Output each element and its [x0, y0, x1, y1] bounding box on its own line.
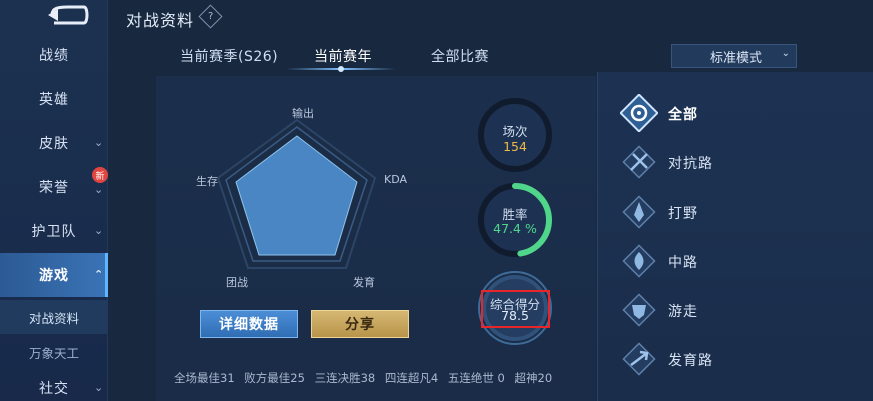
sidebar-item-social[interactable]: 社交 ⌄ — [0, 366, 108, 401]
radar-label-survival: 生存 — [196, 175, 218, 188]
role-label: 打野 — [668, 206, 698, 222]
chevron-down-icon: ⌄ — [94, 136, 105, 149]
radar-label-output: 输出 — [292, 107, 314, 120]
role-item-farm-lane[interactable]: 发育路 — [620, 340, 860, 378]
role-label: 全部 — [668, 107, 698, 123]
jungle-icon — [622, 195, 656, 229]
tab-all-matches[interactable]: 全部比赛 — [431, 46, 489, 66]
role-item-jungle[interactable]: 打野 — [620, 193, 860, 231]
sidebar-subitem-label: 对战资料 — [28, 310, 79, 326]
share-button[interactable]: 分享 — [311, 310, 409, 338]
radar-label-teamfight: 团战 — [226, 276, 248, 289]
score-highlight-box — [481, 290, 550, 328]
sidebar-item-skins[interactable]: 皮肤 ⌄ — [0, 121, 108, 165]
sidebar-item-label: 皮肤 — [39, 136, 69, 152]
role-item-clash-lane[interactable]: 对抗路 — [620, 143, 860, 181]
chevron-up-icon: ⌃ — [94, 268, 105, 281]
back-arrow-icon[interactable] — [44, 4, 90, 26]
matches-label: 场次 — [502, 124, 528, 139]
all-roles-icon — [620, 94, 658, 132]
sidebar-item-heroes[interactable]: 英雄 — [0, 77, 108, 121]
stat-losing-mvp: 败方最佳25 — [244, 371, 305, 385]
sidebar-subitem-battle-data[interactable]: 对战资料 — [0, 300, 108, 334]
stat-mvp: 全场最佳31 — [174, 371, 235, 385]
chevron-down-icon: ⌄ — [94, 381, 105, 394]
detail-data-button[interactable]: 详细数据 — [200, 310, 298, 338]
chevron-down-icon: ⌄ — [94, 224, 105, 237]
help-glyph: ? — [207, 11, 214, 22]
sidebar: 战绩 英雄 皮肤 ⌄ 荣誉 ⌄ 新 护卫队 ⌄ 游戏 ⌃ 对战资料 万象天工 社… — [0, 0, 108, 401]
role-label: 发育路 — [668, 353, 713, 369]
stats-row: 全场最佳31 败方最佳25 三连决胜38 四连超凡4 五连绝世 0 超神20 — [174, 370, 558, 386]
sidebar-item-label: 社交 — [39, 381, 69, 397]
sidebar-item-label: 荣誉 — [39, 180, 69, 196]
tab-current-season[interactable]: 当前赛季(S26) — [180, 46, 278, 66]
role-item-mid-lane[interactable]: 中路 — [620, 242, 860, 280]
page-title: 对战资料 — [126, 11, 195, 30]
sidebar-item-label: 游戏 — [39, 268, 69, 284]
farm-lane-icon — [622, 342, 656, 376]
radar-label-kda: KDA — [384, 173, 408, 186]
role-label: 中路 — [668, 255, 698, 271]
sidebar-subitem-label: 万象天工 — [28, 345, 79, 361]
sidebar-item-guard-team[interactable]: 护卫队 ⌄ — [0, 209, 108, 253]
role-item-roam[interactable]: 游走 — [620, 291, 860, 329]
help-icon[interactable]: ? — [198, 4, 223, 29]
role-label: 游走 — [668, 304, 698, 320]
stat-triple-kill: 三连决胜38 — [314, 371, 376, 385]
winrate-value: 47.4 % — [493, 221, 537, 236]
role-label: 对抗路 — [668, 156, 713, 172]
sidebar-item-game[interactable]: 游戏 ⌃ — [0, 253, 108, 297]
tab-label: 全部比赛 — [431, 49, 489, 65]
sidebar-item-label: 英雄 — [39, 92, 69, 108]
tab-label: 当前赛年 — [314, 49, 372, 65]
tab-current-year[interactable]: 当前赛年 — [314, 46, 372, 66]
mode-select[interactable]: 标准模式 ⌄ — [671, 44, 797, 68]
role-item-all[interactable]: 全部 — [620, 94, 860, 132]
radar-label-farming: 发育 — [353, 276, 375, 289]
tab-label: 当前赛季(S26) — [180, 49, 279, 65]
stat-quadra-kill: 四连超凡4 — [384, 371, 439, 385]
mode-select-value: 标准模式 — [710, 50, 763, 66]
new-badge: 新 — [92, 167, 108, 183]
active-tab-dot — [338, 66, 344, 72]
sidebar-item-label: 战绩 — [39, 48, 69, 64]
sidebar-subitem-workshop[interactable]: 万象天工 — [0, 335, 108, 369]
roam-icon — [622, 293, 656, 327]
stat-penta-kill: 五连绝世 0 — [447, 371, 505, 385]
chevron-down-icon: ⌄ — [781, 48, 790, 59]
mid-lane-icon — [622, 244, 656, 278]
matches-value: 154 — [503, 139, 527, 154]
sidebar-item-record[interactable]: 战绩 — [0, 33, 108, 77]
radar-chart — [216, 118, 377, 269]
chevron-down-icon: ⌄ — [94, 183, 105, 196]
sidebar-item-label: 护卫队 — [31, 224, 77, 240]
clash-lane-icon — [622, 145, 656, 179]
stat-legendary: 超神20 — [514, 371, 553, 385]
